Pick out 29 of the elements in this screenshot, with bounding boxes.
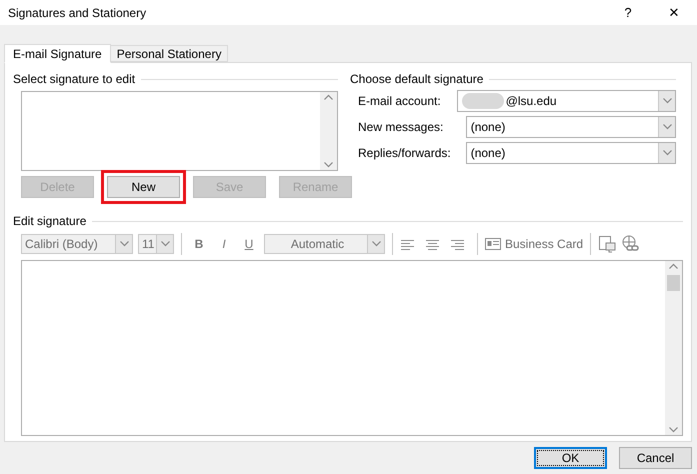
- dropdown-value: (none): [470, 146, 506, 160]
- signature-dropdown[interactable]: (none): [466, 116, 676, 138]
- scroll-up-icon: [669, 263, 678, 269]
- scroll-thumb[interactable]: [667, 275, 680, 291]
- close-button[interactable]: ✕: [651, 0, 697, 25]
- scrollbar[interactable]: [320, 92, 337, 170]
- section-heading: Choose default signature: [350, 72, 484, 86]
- help-button[interactable]: ?: [605, 0, 651, 25]
- dropdown-value: (none): [470, 120, 506, 134]
- contact-card-icon: [485, 238, 501, 250]
- signature-button[interactable]: New: [107, 176, 180, 198]
- dropdown-value: @lsu.edu: [506, 94, 557, 108]
- section-heading: Edit signature: [13, 214, 86, 228]
- scroll-down-icon: [669, 427, 678, 433]
- signature-list[interactable]: [21, 91, 338, 171]
- dialog-button[interactable]: OK: [534, 447, 607, 469]
- signature-dropdown[interactable]: @lsu.edu: [456, 90, 676, 112]
- signature-dropdown[interactable]: (none): [466, 142, 676, 164]
- scroll-up-icon: [324, 94, 333, 100]
- dialog-button[interactable]: Cancel: [619, 447, 692, 469]
- field-label: E-mail account:: [358, 94, 442, 108]
- section-heading: Select signature to edit: [13, 72, 136, 86]
- scroll-down-icon: [324, 162, 333, 168]
- tab[interactable]: E-mail Signature: [4, 44, 111, 63]
- scrollbar[interactable]: [665, 261, 682, 435]
- field-label: New messages:: [358, 120, 444, 134]
- tab[interactable]: Personal Stationery: [110, 45, 228, 62]
- window-title: Signatures and Stationery: [8, 6, 148, 20]
- field-label: Replies/forwards:: [358, 146, 452, 160]
